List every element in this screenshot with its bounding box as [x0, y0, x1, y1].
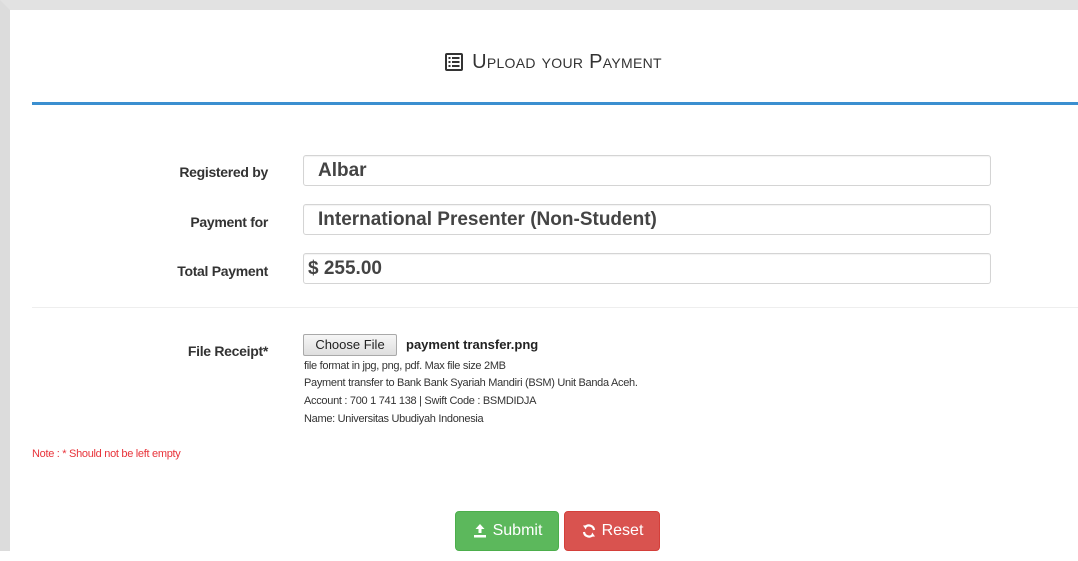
registered-by-label: Registered by: [179, 164, 268, 180]
list-alt-icon: [444, 52, 464, 72]
reset-label: Reset: [601, 522, 644, 539]
file-help-text: file format in jpg, png, pdf. Max file s…: [304, 360, 506, 372]
account-text: Account : 700 1 741 138 | Swift Code : B…: [304, 395, 537, 407]
panel-header: Upload your Payment: [20, 20, 1078, 104]
registered-by-field[interactable]: Albar: [303, 155, 991, 186]
bank-transfer-text: Payment transfer to Bank Bank Syariah Ma…: [304, 377, 638, 389]
header-divider: [32, 102, 1078, 105]
window-frame: Upload your Payment Registered by Albar …: [0, 0, 1078, 561]
upload-icon: [472, 523, 488, 539]
refresh-icon: [581, 523, 597, 539]
payment-for-label: Payment for: [190, 214, 268, 230]
total-payment-label: Total Payment: [177, 263, 268, 279]
selected-file-name: payment transfer.png: [406, 337, 539, 352]
submit-label: Submit: [492, 522, 543, 539]
page-title: Upload your Payment: [444, 51, 662, 74]
upload-payment-panel: Upload your Payment Registered by Albar …: [20, 20, 1078, 561]
total-payment-field[interactable]: $ 255.00: [303, 253, 991, 284]
page-title-text: Upload your Payment: [472, 50, 662, 73]
choose-file-button[interactable]: Choose File: [303, 334, 397, 356]
payment-for-field[interactable]: International Presenter (Non-Student): [303, 204, 991, 235]
file-receipt-label: File Receipt*: [187, 343, 268, 359]
submit-button[interactable]: Submit: [455, 511, 559, 551]
required-note: Note : * Should not be left empty: [32, 448, 181, 460]
account-name-text: Name: Universitas Ubudiyah Indonesia: [304, 413, 484, 425]
section-divider: [32, 307, 1078, 308]
reset-button[interactable]: Reset: [564, 511, 660, 551]
